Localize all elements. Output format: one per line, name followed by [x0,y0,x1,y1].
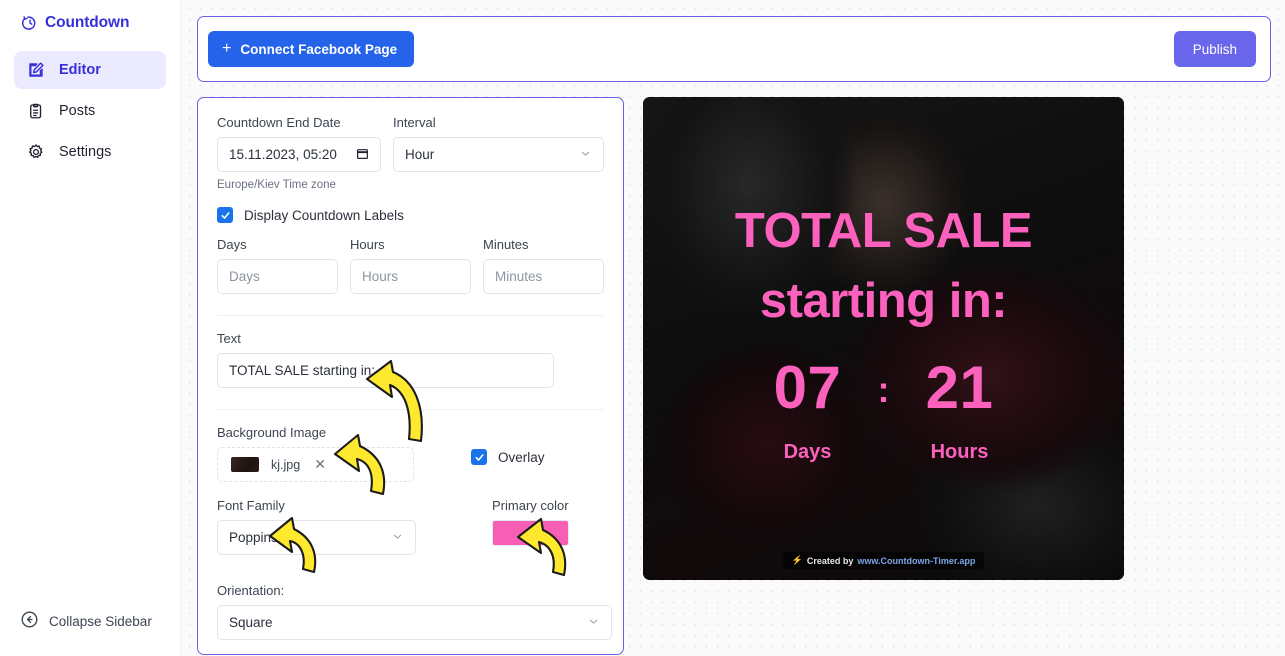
minutes-label: Minutes [483,237,604,252]
app-root: Countdown Editor [0,0,1285,656]
sidebar: Countdown Editor [0,0,181,656]
lightning-bolt-icon: ⚡ [792,555,803,566]
hours-field-group: Hours Hours [350,237,471,294]
primary-color-label: Primary color [492,498,569,513]
preview-clock: 07 Days : 21 Hours [752,358,1016,464]
brand-name: Countdown [45,14,129,32]
publish-button[interactable]: Publish [1174,31,1256,67]
preview-unit-hours: 21 Hours [904,358,1016,464]
collapse-sidebar-label: Collapse Sidebar [49,614,152,629]
preview-hours-label: Hours [931,441,989,464]
preview-hours-number: 21 [926,358,994,418]
orientation-select[interactable]: Square [217,605,612,640]
collapse-sidebar-button[interactable]: Collapse Sidebar [20,610,152,632]
overlay-checkbox-row[interactable]: Overlay [471,425,545,465]
credit-prefix: Created by [807,556,854,566]
orientation-group: Orientation: Square [217,583,604,640]
days-field-group: Days Days [217,237,338,294]
timezone-note: Europe/Kiev Time zone [217,179,604,191]
text-field-group: Text TOTAL SALE starting in: [217,331,604,388]
display-labels-checkbox[interactable] [217,207,233,223]
divider [217,409,604,410]
font-family-group: Font Family Poppins [217,498,416,555]
interval-label: Interval [393,115,604,130]
background-image-group: Background Image kj.jpg ✕ [217,425,459,482]
font-family-label: Font Family [217,498,416,513]
display-labels-checkbox-row[interactable]: Display Countdown Labels [217,207,604,223]
preview-days-number: 07 [774,358,842,418]
publish-label: Publish [1193,42,1237,57]
minutes-input[interactable]: Minutes [483,259,604,294]
background-image-filename: kj.jpg [271,458,300,472]
primary-color-group: Primary color [492,498,569,546]
display-labels-label: Display Countdown Labels [244,208,404,223]
preview-area: TOTAL SALE starting in: 07 Days : 21 Hou… [643,97,1271,655]
end-date-label: Countdown End Date [217,115,381,130]
date-interval-row: Countdown End Date 15.11.2023, 05:20 [217,115,604,172]
background-image-label: Background Image [217,425,459,440]
chevron-down-icon [587,615,600,631]
preview-days-label: Days [784,441,832,464]
sidebar-item-settings[interactable]: Settings [14,133,166,171]
end-date-field-group: Countdown End Date 15.11.2023, 05:20 [217,115,381,172]
chevron-down-icon [391,530,404,546]
main-area: + Connect Facebook Page Publish Countdow… [181,0,1285,656]
sidebar-item-label: Settings [59,144,111,160]
workspace: Countdown End Date 15.11.2023, 05:20 [197,97,1271,655]
preview-title: TOTAL SALE starting in: [679,197,1089,336]
interval-field-group: Interval Hour [393,115,604,172]
days-label: Days [217,237,338,252]
overlay-checkbox[interactable] [471,449,487,465]
connect-facebook-page-button[interactable]: + Connect Facebook Page [208,31,414,67]
minutes-field-group: Minutes Minutes [483,237,604,294]
font-family-value: Poppins [229,530,278,545]
text-input[interactable]: TOTAL SALE starting in: [217,353,554,388]
days-input[interactable]: Days [217,259,338,294]
countdown-clock-icon [22,15,38,31]
background-overlay-row: Background Image kj.jpg ✕ Overlay [217,425,604,482]
plus-icon: + [222,41,231,57]
font-color-row: Font Family Poppins Primary color [217,498,604,555]
primary-color-swatch[interactable] [492,520,569,546]
end-date-value: 15.11.2023, 05:20 [229,147,337,162]
orientation-value: Square [229,615,273,630]
gear-icon [26,143,46,161]
close-icon[interactable]: ✕ [314,456,326,473]
credit-url[interactable]: www.Countdown-Timer.app [857,556,975,566]
chevron-down-icon [579,147,592,163]
arrow-left-circle-icon [20,610,39,632]
hours-label: Hours [350,237,471,252]
background-image-file-chip[interactable]: kj.jpg ✕ [217,447,414,482]
sidebar-item-label: Editor [59,62,101,78]
clipboard-icon [26,102,46,120]
toolbar: + Connect Facebook Page Publish [197,16,1271,82]
font-family-select[interactable]: Poppins [217,520,416,555]
unit-fields-row: Days Days Hours Hours Minutes Minutes [217,237,604,294]
background-image-thumbnail [231,457,259,472]
sidebar-item-editor[interactable]: Editor [14,51,166,89]
sidebar-item-label: Posts [59,103,95,119]
hours-input[interactable]: Hours [350,259,471,294]
calendar-icon[interactable] [356,147,369,163]
text-label: Text [217,331,604,346]
editor-panel: Countdown End Date 15.11.2023, 05:20 [197,97,624,655]
preview-unit-days: 07 Days [752,358,864,464]
orientation-label: Orientation: [217,583,604,598]
overlay-label: Overlay [498,450,545,465]
interval-select[interactable]: Hour [393,137,604,172]
countdown-preview: TOTAL SALE starting in: 07 Days : 21 Hou… [643,97,1124,580]
connect-facebook-page-label: Connect Facebook Page [240,42,397,57]
credit-badge[interactable]: ⚡ Created by www.Countdown-Timer.app [783,552,985,569]
sidebar-nav: Editor Posts [0,51,180,171]
interval-value: Hour [405,147,434,162]
edit-pencil-icon [26,61,46,79]
end-date-input[interactable]: 15.11.2023, 05:20 [217,137,381,172]
divider [217,315,604,316]
brand-logo[interactable]: Countdown [0,0,180,32]
preview-separator: : [878,372,890,408]
sidebar-item-posts[interactable]: Posts [14,92,166,130]
preview-content: TOTAL SALE starting in: 07 Days : 21 Hou… [643,97,1124,580]
